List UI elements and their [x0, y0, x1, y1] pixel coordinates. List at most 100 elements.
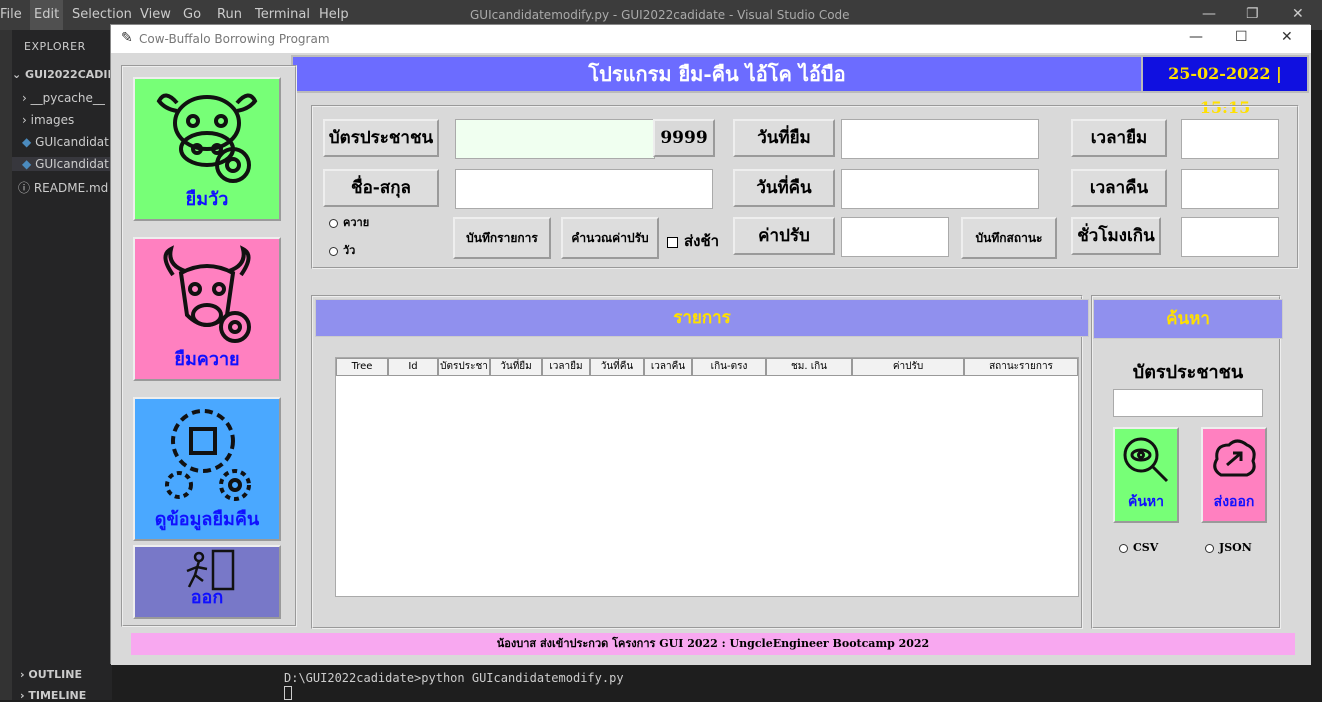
app-window: ✎ Cow-Buffalo Borrowing Program — ☐ ✕ โป…: [110, 24, 1311, 665]
cloud-export-icon: [1213, 439, 1256, 477]
app-close-icon[interactable]: ✕: [1281, 29, 1293, 45]
menu-help[interactable]: Help: [319, 7, 349, 22]
save-item-button[interactable]: บันทึกรายการ: [453, 217, 551, 259]
id-card-label: บัตรประชาชน: [323, 119, 439, 157]
column-header[interactable]: ชม. เกิน: [766, 358, 852, 376]
vscode-minimize-icon[interactable]: —: [1202, 6, 1216, 22]
explorer-sidebar: EXPLORER ⌄ GUI2022CADIDA › __pycache__ ›…: [12, 30, 125, 702]
tree-item-py2[interactable]: ◆ GUIcandidat: [12, 157, 112, 171]
outline-label: OUTLINE: [28, 668, 82, 681]
timeline-section[interactable]: › TIMELINE: [20, 689, 86, 702]
left-menu-panel: ยืมวัว ยืมควาย ดูข้อมูลยืมคืน ออก: [121, 65, 297, 627]
activity-bar: [0, 30, 12, 700]
timeline-label: TIMELINE: [28, 689, 87, 702]
id-card-suffix: 9999: [653, 119, 715, 157]
return-time-label: เวลาคืน: [1071, 169, 1167, 207]
return-date-input[interactable]: [841, 169, 1039, 209]
borrow-buffalo-button[interactable]: ยืมควาย: [133, 237, 281, 381]
column-header[interactable]: วันที่ยืม: [490, 358, 542, 376]
checkbox-box: [667, 236, 678, 248]
column-header[interactable]: เวลายืม: [542, 358, 590, 376]
datetime-display: 25-02-2022 | 15:15: [1141, 55, 1309, 117]
late-checkbox[interactable]: ส่งช้า: [667, 229, 719, 253]
explorer-title: EXPLORER: [24, 40, 86, 53]
overtime-input[interactable]: [1181, 217, 1279, 257]
tree-item-py1[interactable]: ◆ GUIcandidat: [22, 135, 109, 149]
save-status-button[interactable]: บันทึกสถานะ: [961, 217, 1057, 259]
borrow-form: บัตรประชาชน 9999 ชื่อ-สกุล ควาย วัว บันท…: [311, 105, 1299, 269]
column-header[interactable]: บัตรประชา: [438, 358, 490, 376]
id-card-input[interactable]: [455, 119, 655, 159]
radio-dot: [329, 246, 338, 256]
borrow-cow-button[interactable]: ยืมวัว: [133, 77, 281, 221]
menu-file[interactable]: File: [0, 7, 22, 22]
tree-item-pycache[interactable]: › __pycache__: [22, 91, 105, 105]
file-label: __pycache__: [30, 91, 105, 105]
footer-credit: น้องบาส ส่งเข้าประกวด โครงการ GUI 2022 :…: [131, 633, 1295, 655]
radio-cow-label: วัว: [343, 244, 356, 257]
vscode-restore-icon[interactable]: ❐: [1246, 6, 1259, 22]
vscode-close-icon[interactable]: ✕: [1292, 6, 1304, 22]
radio-cow[interactable]: วัว: [329, 241, 355, 259]
return-date-label: วันที่คืน: [733, 169, 835, 207]
late-checkbox-label: ส่งช้า: [684, 232, 720, 250]
tree-item-readme[interactable]: ⓘ README.md: [18, 179, 108, 196]
menu-go[interactable]: Go: [183, 7, 201, 22]
fullname-label: ชื่อ-สกุล: [323, 169, 439, 207]
outline-section[interactable]: › OUTLINE: [20, 668, 82, 681]
borrow-cow-label: ยืมวัว: [185, 189, 229, 210]
program-header: โปรแกรม ยืม-คืน ไอ้โค ไอ้บือ: [291, 55, 1143, 93]
radio-buffalo-label: ควาย: [343, 216, 370, 229]
view-records-label: ดูข้อมูลยืมคืน: [154, 509, 260, 530]
exit-button[interactable]: ออก: [133, 545, 281, 619]
radio-csv[interactable]: CSV: [1119, 541, 1158, 554]
menu-terminal[interactable]: Terminal: [255, 7, 310, 22]
app-title: Cow-Buffalo Borrowing Program: [139, 32, 330, 46]
borrow-date-label: วันที่ยืม: [733, 119, 835, 157]
fullname-input[interactable]: [455, 169, 713, 209]
search-id-label: บัตรประชาชน: [1132, 362, 1244, 383]
app-minimize-icon[interactable]: —: [1189, 29, 1203, 45]
python-icon: ◆: [22, 135, 32, 149]
app-maximize-icon[interactable]: ☐: [1235, 29, 1248, 45]
column-header[interactable]: เวลาคืน: [644, 358, 692, 376]
file-label: GUIcandidat: [35, 135, 109, 149]
borrow-date-input[interactable]: [841, 119, 1039, 159]
file-label: GUIcandidat: [35, 157, 109, 171]
menu-run[interactable]: Run: [217, 7, 242, 22]
gear-box-icon: [165, 409, 251, 501]
column-header[interactable]: สถานะรายการ: [964, 358, 1078, 376]
column-header[interactable]: ค่าปรับ: [852, 358, 964, 376]
file-label: images: [30, 113, 75, 127]
return-time-input[interactable]: [1181, 169, 1279, 209]
column-header[interactable]: เกิน-ตรง: [692, 358, 766, 376]
menu-view[interactable]: View: [140, 7, 171, 22]
radio-json[interactable]: JSON: [1205, 541, 1252, 554]
radio-dot: [1119, 543, 1128, 553]
search-button[interactable]: ค้นหา: [1113, 427, 1179, 523]
folder-root[interactable]: ⌄ GUI2022CADIDA: [12, 68, 125, 81]
menu-selection[interactable]: Selection: [72, 7, 132, 22]
info-icon: ⓘ: [18, 181, 31, 195]
fine-input[interactable]: [841, 217, 949, 257]
app-titlebar: ✎ Cow-Buffalo Borrowing Program — ☐ ✕: [111, 25, 1311, 53]
radio-buffalo[interactable]: ควาย: [329, 213, 369, 231]
menu-edit[interactable]: Edit: [30, 0, 64, 30]
borrow-time-input[interactable]: [1181, 119, 1279, 159]
overtime-label: ชั่วโมงเกิน: [1071, 217, 1161, 255]
fine-label: ค่าปรับ: [733, 217, 835, 255]
column-header[interactable]: วันที่คืน: [590, 358, 644, 376]
vscode-window-title: GUIcandidatemodify.py - GUI2022cadidate …: [470, 8, 850, 22]
search-button-label: ค้นหา: [1127, 494, 1165, 510]
records-title: รายการ: [315, 299, 1089, 337]
column-header[interactable]: Tree: [336, 358, 388, 376]
search-input[interactable]: [1113, 389, 1263, 417]
export-button[interactable]: ส่งออก: [1201, 427, 1267, 523]
column-header[interactable]: Id: [388, 358, 438, 376]
tree-item-images[interactable]: › images: [22, 113, 74, 127]
cow-icon: [156, 93, 258, 183]
view-records-button[interactable]: ดูข้อมูลยืมคืน: [133, 397, 281, 541]
records-treeview[interactable]: Tree Id บัตรประชา วันที่ยืม เวลายืม วันท…: [335, 357, 1079, 597]
file-label: README.md: [33, 181, 109, 195]
calc-fine-button[interactable]: คำนวณค่าปรับ: [561, 217, 659, 259]
